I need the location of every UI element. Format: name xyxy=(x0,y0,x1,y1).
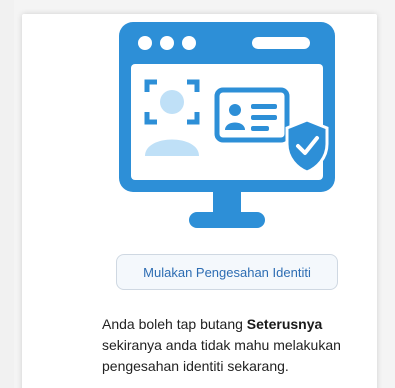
page-edge xyxy=(0,0,14,388)
next-button-reference: Seterusnya xyxy=(246,316,323,332)
skip-verification-info: Anda boleh tap butang Seterusnya sekiran… xyxy=(102,314,377,377)
window-bar-icon xyxy=(252,37,310,49)
window-dot-icon xyxy=(182,36,196,50)
window-dot-icon xyxy=(160,36,174,50)
window-dot-icon xyxy=(138,36,152,50)
start-identity-verification-button[interactable]: Mulakan Pengesahan Identiti xyxy=(116,254,338,290)
info-text-after: sekiranya anda tidak mahu melakukan peng… xyxy=(102,337,341,374)
info-text-before: Anda boleh tap butang xyxy=(102,316,247,332)
identity-verification-illustration xyxy=(119,22,335,228)
verification-card: Mulakan Pengesahan Identiti Anda boleh t… xyxy=(22,14,377,388)
